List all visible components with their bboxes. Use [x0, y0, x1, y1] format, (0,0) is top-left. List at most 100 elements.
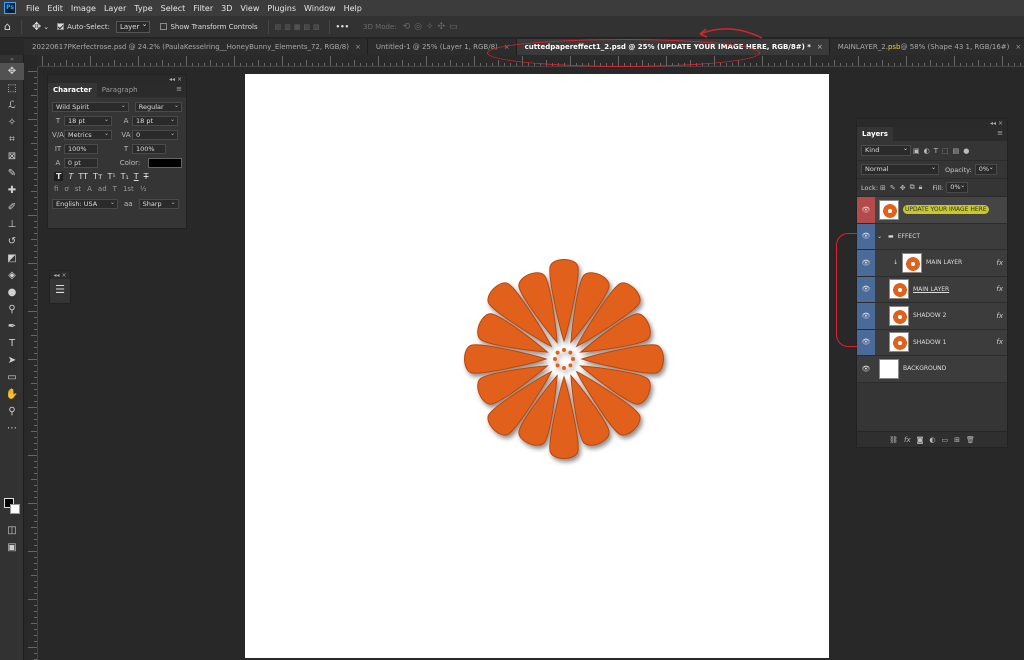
font-family-select[interactable]: Wild Spirit	[52, 102, 129, 112]
marquee-tool-icon[interactable]: ⬚	[0, 80, 24, 97]
lock-artboard-icon[interactable]: ⧉	[910, 183, 915, 192]
lock-transparent-icon[interactable]: ⊞	[880, 184, 886, 192]
layer-name[interactable]: MAIN LAYER	[926, 259, 996, 266]
layer-name[interactable]: MAIN LAYER	[913, 286, 996, 293]
eye-icon[interactable]: 👁︎	[857, 329, 875, 355]
close-icon[interactable]: ×	[355, 43, 361, 51]
filter-shape-icon[interactable]: ⬚	[942, 147, 949, 155]
collapse-icon[interactable]: ◂◂ ×	[990, 120, 1003, 127]
background-color-swatch[interactable]	[10, 504, 20, 514]
lock-position-icon[interactable]: ✥	[900, 184, 906, 192]
type-tool-icon[interactable]: T	[0, 335, 24, 352]
rectangle-tool-icon[interactable]: ▭	[0, 369, 24, 386]
lock-image-icon[interactable]: ✎	[890, 184, 896, 192]
menu-image[interactable]: Image	[67, 4, 100, 13]
quick-mask-icon[interactable]: ◫	[0, 522, 24, 539]
kerning-field[interactable]: Metrics	[64, 130, 112, 140]
language-select[interactable]: English: USA	[52, 199, 118, 209]
filter-adjustment-icon[interactable]: ◐	[924, 147, 930, 155]
text-color-swatch[interactable]	[148, 158, 182, 168]
home-icon[interactable]: ⌂	[4, 20, 11, 33]
layer-name[interactable]: UPDATE YOUR IMAGE HERE	[903, 205, 989, 215]
faux-italic-button[interactable]: T	[68, 172, 73, 181]
align-icons[interactable]: ▤▥▦▧▨	[275, 23, 323, 31]
menu-file[interactable]: File	[22, 4, 43, 13]
fill-field[interactable]: 0%	[946, 181, 969, 193]
fx-icon[interactable]: fx	[996, 338, 1003, 346]
magic-wand-tool-icon[interactable]: ✧	[0, 114, 24, 131]
titling-button[interactable]: ad	[98, 185, 107, 193]
filter-pixel-icon[interactable]: ▣	[913, 147, 920, 155]
move-tool-icon[interactable]: ✥	[0, 63, 24, 80]
crop-tool-icon[interactable]: ⌗	[0, 131, 24, 148]
pen-tool-icon[interactable]: ✒	[0, 318, 24, 335]
expand-icon[interactable]: ◂◂ ×	[54, 272, 67, 279]
adjustments-icon[interactable]: ☰	[50, 283, 70, 296]
menu-filter[interactable]: Filter	[189, 4, 217, 13]
tab-paragraph[interactable]: Paragraph	[97, 83, 143, 97]
tab-layers[interactable]: Layers	[857, 127, 893, 141]
baseline-shift-field[interactable]: 0 pt	[63, 158, 98, 168]
blur-tool-icon[interactable]: ●	[0, 284, 24, 301]
collapse-icon[interactable]: »	[0, 55, 24, 63]
layer-name[interactable]: EFFECT	[898, 233, 1007, 240]
filter-toggle-icon[interactable]: ●	[963, 147, 969, 155]
layer-row[interactable]: 👁︎ ↓ MAIN LAYER fx	[857, 250, 1007, 277]
swash-button[interactable]: st	[75, 185, 81, 193]
eye-icon[interactable]: 👁︎	[857, 276, 875, 302]
new-layer-icon[interactable]: ⊞	[954, 436, 960, 444]
hand-tool-icon[interactable]: ✋	[0, 386, 24, 403]
zoom-tool-icon[interactable]: ⚲	[0, 403, 24, 420]
3d-mode-icons[interactable]: ⟲◎✧✣▭	[403, 22, 462, 32]
ornaments-button[interactable]: T	[113, 185, 117, 193]
vertical-scale-field[interactable]: 100%	[64, 144, 98, 154]
font-style-select[interactable]: Regular	[134, 102, 182, 112]
brush-tool-icon[interactable]: ✐	[0, 199, 24, 216]
faux-bold-button[interactable]: T	[54, 172, 64, 181]
eye-icon[interactable]: 👁︎	[857, 197, 875, 223]
frame-tool-icon[interactable]: ⊠	[0, 148, 24, 165]
layer-row[interactable]: 👁︎ UPDATE YOUR IMAGE HERE	[857, 197, 1007, 224]
eye-icon[interactable]: 👁︎	[857, 356, 875, 382]
tab-document-1[interactable]: 20220617PKerfectrose.psd @ 24.2% (PaulaK…	[24, 39, 368, 55]
close-icon[interactable]: ×	[817, 43, 823, 51]
superscript-button[interactable]: T¹	[108, 172, 116, 181]
layer-group-row[interactable]: 👁︎ ⌄ ▬ EFFECT	[857, 223, 1007, 250]
layer-name[interactable]: SHADOW 2	[913, 312, 996, 319]
new-group-icon[interactable]: ▭	[942, 436, 949, 444]
close-icon[interactable]: ×	[1015, 43, 1021, 51]
subscript-button[interactable]: T₁	[121, 172, 129, 181]
fx-icon[interactable]: fx	[996, 312, 1003, 320]
move-tool-icon[interactable]: ✥	[32, 20, 41, 33]
screen-mode-icon[interactable]: ▣	[0, 539, 24, 556]
opacity-field[interactable]: 0%	[974, 163, 997, 175]
dodge-tool-icon[interactable]: ⚲	[0, 301, 24, 318]
paint-bucket-tool-icon[interactable]: ◈	[0, 267, 24, 284]
lasso-tool-icon[interactable]: ℒ	[0, 97, 24, 114]
add-mask-icon[interactable]: ◙	[917, 436, 924, 444]
eye-icon[interactable]: 👁︎	[857, 250, 875, 276]
menu-edit[interactable]: Edit	[43, 4, 67, 13]
show-transform-checkbox[interactable]	[160, 23, 168, 30]
layer-row[interactable]: 👁︎ SHADOW 2 fx	[857, 303, 1007, 330]
leading-field[interactable]: 18 pt	[132, 116, 178, 126]
path-selection-tool-icon[interactable]: ➤	[0, 352, 24, 369]
eye-icon[interactable]: 👁︎	[857, 223, 875, 249]
ligature-button[interactable]: fi	[54, 185, 58, 193]
underline-button[interactable]: T	[134, 172, 139, 181]
eyedropper-tool-icon[interactable]: ✎	[0, 165, 24, 182]
menu-layer[interactable]: Layer	[100, 4, 130, 13]
tab-document-4[interactable]: MAINLAYER_2 .psb @ 58% (Shape 43 1, RGB/1…	[829, 39, 1024, 55]
eye-icon[interactable]: 👁︎	[857, 303, 875, 329]
panel-menu-icon[interactable]: ≡	[997, 129, 1003, 137]
more-tools-icon[interactable]: ⋯	[0, 420, 24, 437]
add-style-icon[interactable]: fx	[904, 436, 911, 444]
new-adjustment-icon[interactable]: ◐	[929, 436, 935, 444]
layer-row[interactable]: 👁︎ SHADOW 1 fx	[857, 329, 1007, 356]
auto-select-checkbox[interactable]	[57, 23, 65, 30]
menu-3d[interactable]: 3D	[217, 4, 236, 13]
fx-icon[interactable]: fx	[996, 259, 1003, 267]
collapse-icon[interactable]: ◂◂ ×	[169, 76, 182, 83]
document-canvas[interactable]	[245, 74, 829, 658]
more-options-button[interactable]: •••	[336, 23, 349, 31]
